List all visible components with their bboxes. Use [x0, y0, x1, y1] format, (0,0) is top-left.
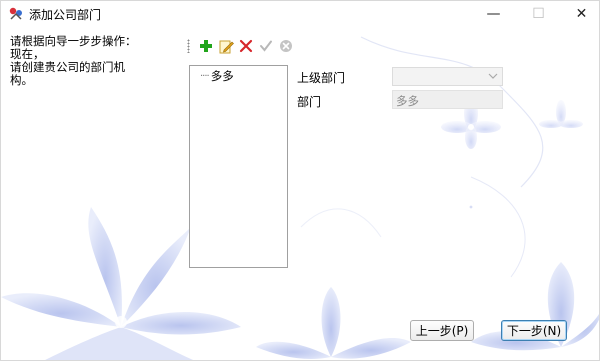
maximize-button[interactable]: ☐: [516, 1, 561, 27]
next-button[interactable]: 下一步(N): [501, 320, 567, 341]
tree-node[interactable]: ···· 多多: [200, 68, 234, 84]
cancel-button[interactable]: [276, 36, 296, 56]
minimize-button[interactable]: —: [471, 1, 516, 27]
title-bar[interactable]: 添加公司部门 — ☐ ✕: [1, 1, 599, 27]
prev-button[interactable]: 上一步(P): [410, 320, 474, 341]
delete-button[interactable]: [236, 36, 256, 56]
minimize-icon: —: [486, 6, 501, 22]
wizard-content: 请根据向导一步步操作： 现在， 请创建贵公司的部门机构。 ···· 多多 上级部…: [1, 27, 599, 360]
chevron-down-icon: [488, 73, 498, 79]
window-title: 添加公司部门: [29, 8, 102, 22]
delete-icon: [239, 39, 253, 53]
add-icon: [200, 40, 212, 52]
close-button[interactable]: ✕: [559, 1, 599, 27]
edit-icon: [219, 40, 234, 53]
add-button[interactable]: [196, 36, 216, 56]
app-icon: [9, 7, 22, 20]
cancel-icon: [280, 40, 292, 52]
instruction-text: 请根据向导一步步操作： 现在， 请创建贵公司的部门机构。: [10, 35, 140, 87]
parent-dept-select[interactable]: [392, 67, 503, 86]
instruction-line-3: 请创建贵公司的部门机构。: [10, 60, 125, 87]
tree-toolbar: [187, 35, 299, 57]
tree-connector: ····: [200, 70, 210, 82]
department-tree[interactable]: ···· 多多: [189, 65, 288, 268]
toolbar-grip[interactable]: [187, 39, 190, 53]
dept-name-field[interactable]: 多多: [392, 90, 503, 109]
edit-button[interactable]: [216, 36, 236, 56]
close-icon: ✕: [575, 6, 588, 22]
wizard-window: 添加公司部门 — ☐ ✕ 请根据向导一步步操作： 现在， 请创建贵公司的部门机构…: [0, 0, 600, 361]
confirm-button[interactable]: [256, 36, 276, 56]
tree-node-label: 多多: [210, 69, 234, 83]
parent-dept-label: 上级部门: [297, 71, 346, 85]
dept-label: 部门: [297, 95, 322, 109]
maximize-icon: ☐: [532, 6, 545, 22]
confirm-icon: [260, 40, 272, 52]
